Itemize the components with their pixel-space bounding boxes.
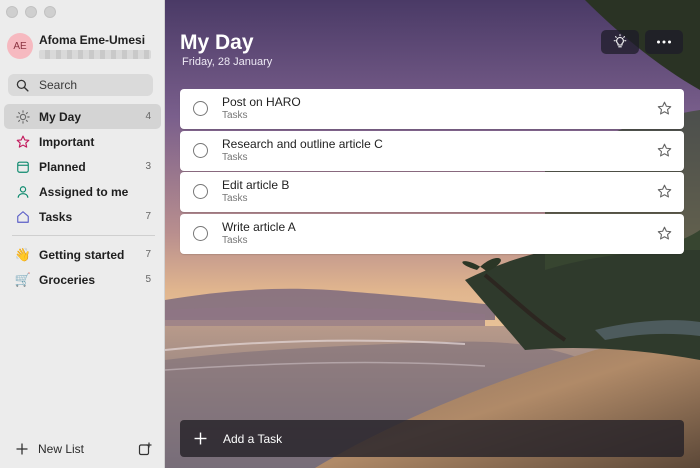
- sidebar-item-groceries[interactable]: 🛒 Groceries 5: [4, 267, 161, 292]
- person-icon: [15, 184, 31, 200]
- sun-icon: [15, 109, 31, 125]
- new-list-button[interactable]: New List: [16, 440, 152, 458]
- task-title: Edit article B: [222, 178, 290, 193]
- minimize-window-button[interactable]: [25, 6, 37, 18]
- search-box[interactable]: Search: [8, 74, 153, 96]
- sidebar-item-count: 4: [145, 111, 151, 122]
- more-icon: [657, 40, 671, 44]
- sidebar-item-label: Getting started: [39, 247, 125, 262]
- sidebar-item-planned[interactable]: Planned 3: [4, 154, 161, 179]
- task-complete-checkbox[interactable]: [193, 142, 208, 158]
- sidebar-nav: My Day 4 Important Planned 3 Assigned to…: [4, 104, 161, 292]
- search-icon: [16, 79, 29, 92]
- sidebar: AE Afoma Eme-Umesi Search My Day 4 Impor…: [0, 0, 165, 468]
- sidebar-item-count: 3: [145, 161, 151, 172]
- sidebar-divider: [12, 235, 155, 236]
- new-group-icon[interactable]: [138, 442, 152, 456]
- plus-icon: [16, 443, 28, 455]
- task-row[interactable]: Post on HARO Tasks: [180, 89, 684, 129]
- sidebar-item-getting-started[interactable]: 👋 Getting started 7: [4, 242, 161, 267]
- star-icon[interactable]: [657, 101, 672, 116]
- star-icon[interactable]: [657, 143, 672, 158]
- sidebar-item-count: 5: [145, 274, 151, 285]
- task-row[interactable]: Write article A Tasks: [180, 213, 684, 254]
- sidebar-item-label: Important: [39, 134, 95, 149]
- add-task-input[interactable]: Add a Task: [180, 420, 684, 457]
- calendar-icon: [15, 159, 31, 175]
- sidebar-item-label: Tasks: [39, 209, 73, 224]
- account-name: Afoma Eme-Umesi: [39, 33, 146, 47]
- sidebar-item-tasks[interactable]: Tasks 7: [4, 204, 161, 229]
- task-complete-checkbox[interactable]: [193, 184, 208, 200]
- account-profile[interactable]: AE Afoma Eme-Umesi: [7, 33, 151, 59]
- add-task-placeholder: Add a Task: [223, 431, 283, 446]
- task-title: Research and outline article C: [222, 136, 383, 151]
- home-icon: [15, 209, 31, 225]
- star-icon[interactable]: [657, 184, 672, 199]
- new-list-label: New List: [38, 442, 85, 456]
- task-row[interactable]: Research and outline article C Tasks: [180, 130, 684, 171]
- waving-hand-icon: 👋: [14, 246, 32, 262]
- task-complete-checkbox[interactable]: [193, 101, 208, 116]
- task-list: Post on HARO Tasks Research and outline …: [180, 89, 684, 255]
- shopping-cart-icon: 🛒: [14, 271, 32, 287]
- sidebar-item-count: 7: [145, 211, 151, 222]
- sidebar-item-important[interactable]: Important: [4, 129, 161, 154]
- star-icon: [15, 134, 31, 150]
- sidebar-item-label: My Day: [39, 109, 82, 124]
- account-email-redacted: [39, 50, 151, 59]
- avatar[interactable]: AE: [7, 33, 33, 59]
- task-list-name: Tasks: [222, 234, 248, 246]
- more-options-button[interactable]: [645, 30, 683, 54]
- zoom-window-button[interactable]: [44, 6, 56, 18]
- task-list-name: Tasks: [222, 193, 248, 205]
- search-label: Search: [39, 78, 78, 92]
- page-title: My Day: [180, 31, 254, 54]
- sidebar-item-label: Groceries: [39, 272, 96, 287]
- task-row[interactable]: Edit article B Tasks: [180, 172, 684, 213]
- sidebar-item-my-day[interactable]: My Day 4: [4, 104, 161, 129]
- sidebar-item-label: Planned: [39, 159, 86, 174]
- main-panel: My Day Friday, 28 January Post on HARO T…: [165, 0, 700, 468]
- task-title: Write article A: [222, 219, 296, 234]
- suggestions-button[interactable]: [601, 30, 639, 54]
- task-title: Post on HARO: [222, 95, 301, 109]
- sidebar-item-count: 7: [145, 249, 151, 260]
- star-icon[interactable]: [657, 226, 672, 241]
- window-controls: [6, 6, 56, 18]
- plus-icon: [194, 432, 207, 445]
- task-list-name: Tasks: [222, 110, 248, 121]
- page-date: Friday, 28 January: [182, 56, 273, 68]
- task-list-name: Tasks: [222, 151, 248, 163]
- sidebar-item-label: Assigned to me: [39, 184, 129, 199]
- sidebar-item-assigned-to-me[interactable]: Assigned to me: [4, 179, 161, 204]
- close-window-button[interactable]: [6, 6, 18, 18]
- task-complete-checkbox[interactable]: [193, 225, 208, 241]
- lightbulb-icon: [613, 34, 627, 48]
